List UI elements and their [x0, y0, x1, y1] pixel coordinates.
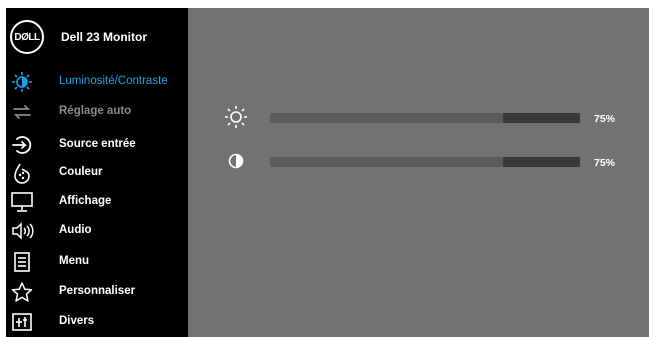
- brightness-contrast-icon: [9, 70, 35, 94]
- menu-label: Réglage auto: [59, 105, 132, 117]
- menu-item-auto-adjust[interactable]: Réglage auto: [6, 98, 188, 126]
- menu-icon: [9, 250, 35, 274]
- menu-label: Luminosité/Contraste: [59, 75, 168, 87]
- menu-label: Personnaliser: [59, 285, 136, 297]
- brightness-icon: [222, 105, 250, 129]
- contrast-slider-fill: [270, 157, 503, 167]
- monitor-osd: DØLL Dell 23 Monitor Luminosité/Contrast…: [6, 8, 649, 337]
- osd-sidebar: DØLL Dell 23 Monitor Luminosité/Contrast…: [6, 8, 188, 337]
- brightness-value: 75%: [594, 113, 616, 125]
- dell-logo: DØLL: [10, 20, 44, 54]
- menu-label: Divers: [59, 315, 95, 327]
- osd-header: DØLL Dell 23 Monitor: [6, 8, 188, 64]
- menu-label: Affichage: [59, 195, 112, 207]
- monitor-model: Dell 23 Monitor: [61, 30, 148, 44]
- menu-item-input-source[interactable]: Source entrée: [6, 131, 188, 159]
- contrast-slider-row[interactable]: 75%: [188, 151, 648, 171]
- menu-label: Source entrée: [59, 138, 136, 150]
- menu-item-other[interactable]: Divers: [6, 308, 188, 336]
- menu-label: Menu: [59, 255, 90, 267]
- menu-item-audio[interactable]: Audio: [6, 217, 188, 245]
- contrast-value: 75%: [594, 157, 616, 169]
- brightness-slider[interactable]: [270, 113, 580, 123]
- star-icon: [9, 280, 35, 304]
- osd-content-panel: 75% 75%: [188, 8, 649, 337]
- display-icon: [9, 190, 35, 214]
- other-icon: [9, 310, 35, 334]
- brightness-slider-fill: [270, 113, 503, 123]
- menu-item-brightness-contrast[interactable]: Luminosité/Contraste: [6, 68, 188, 96]
- menu-item-personalize[interactable]: Personnaliser: [6, 278, 188, 306]
- menu-label: Audio: [59, 224, 92, 236]
- contrast-icon: [222, 149, 250, 173]
- menu-item-display[interactable]: Affichage: [6, 188, 188, 216]
- auto-adjust-icon: [9, 100, 35, 124]
- brightness-slider-row[interactable]: 75%: [188, 105, 648, 129]
- contrast-slider[interactable]: [270, 157, 580, 167]
- input-source-icon: [9, 133, 35, 157]
- menu-item-color[interactable]: Couleur: [6, 159, 188, 187]
- menu-label: Couleur: [59, 166, 103, 178]
- color-icon: [9, 161, 35, 185]
- menu-item-menu[interactable]: Menu: [6, 248, 188, 276]
- speaker-icon: [9, 219, 35, 243]
